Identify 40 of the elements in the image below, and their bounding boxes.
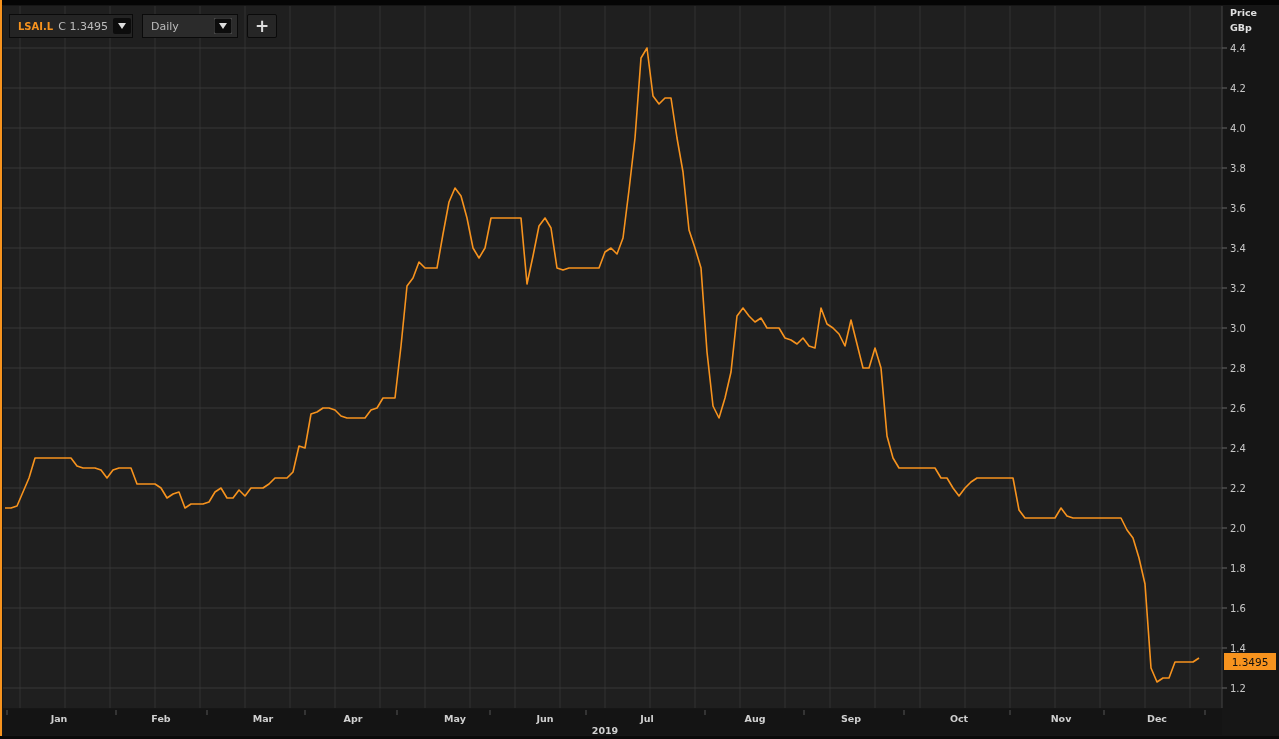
year-label: 2019	[591, 725, 619, 736]
symbol-dropdown[interactable]: LSAI.L C 1.3495	[9, 14, 133, 38]
y-tick-label: 2.4	[1230, 443, 1246, 454]
y-tick-label: 4.0	[1230, 123, 1246, 134]
month-label: Feb	[151, 713, 171, 724]
month-label: Jun	[536, 713, 554, 724]
close-price: C 1.3495	[58, 19, 108, 33]
y-tick-label: 4.4	[1230, 43, 1246, 54]
y-tick-label: 3.0	[1230, 323, 1246, 334]
month-label: Apr	[343, 713, 363, 724]
y-tick-label: 3.2	[1230, 283, 1246, 294]
y-tick-label: 2.0	[1230, 523, 1246, 534]
month-label: Mar	[252, 713, 274, 724]
y-tick-label: 2.8	[1230, 363, 1246, 374]
month-label: Oct	[949, 713, 969, 724]
axis-title: Price	[1230, 7, 1257, 18]
interval-dropdown[interactable]: Daily	[142, 14, 238, 38]
y-tick-label: 2.2	[1230, 483, 1246, 494]
interval-label: Daily	[151, 19, 179, 33]
month-label: Nov	[1050, 713, 1072, 724]
y-tick-label: 3.8	[1230, 163, 1246, 174]
dropdown-arrow-icon[interactable]	[214, 18, 232, 34]
symbol-name: LSAI.L	[18, 20, 54, 32]
month-label: Jul	[640, 713, 654, 724]
y-tick-label: 1.4	[1230, 643, 1246, 654]
y-tick-label: 4.2	[1230, 83, 1246, 94]
y-tick-label: 2.6	[1230, 403, 1246, 414]
y-tick-label: 1.2	[1230, 683, 1246, 694]
y-tick-label: 3.4	[1230, 243, 1246, 254]
y-tick-label: 3.6	[1230, 203, 1246, 214]
month-label: Dec	[1147, 713, 1167, 724]
axis-unit: GBp	[1230, 22, 1252, 33]
add-button[interactable]: +	[247, 14, 277, 38]
y-tick-label: 1.6	[1230, 603, 1246, 614]
month-label: Aug	[744, 713, 766, 724]
last-price-badge: 1.3495	[1224, 653, 1276, 670]
month-label: May	[444, 713, 466, 724]
month-label: Sep	[840, 713, 862, 724]
y-tick-label: 1.8	[1230, 563, 1246, 574]
month-label: Jan	[50, 713, 68, 724]
